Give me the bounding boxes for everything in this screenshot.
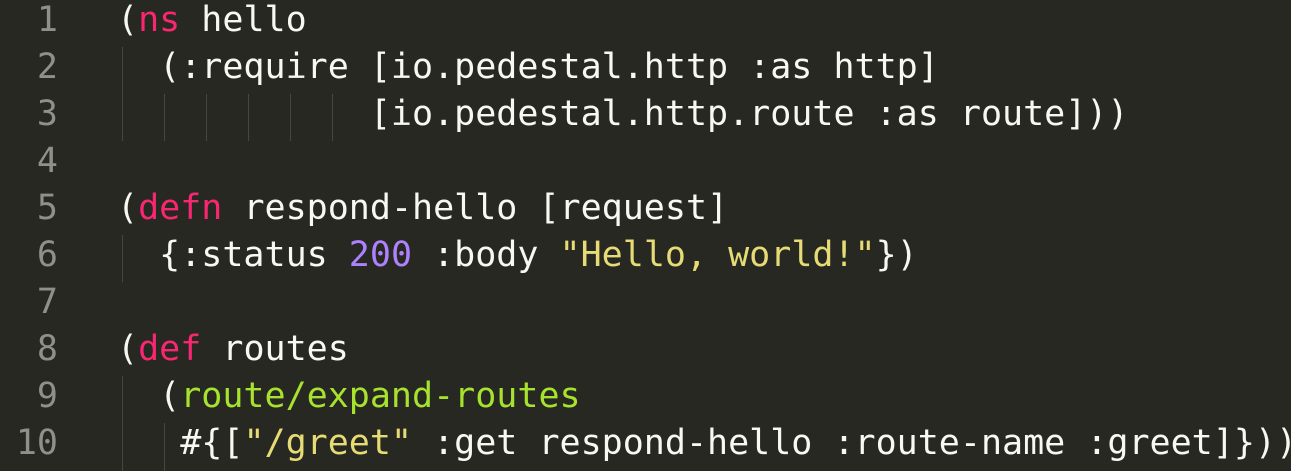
code-text: (defn respond-hello [request] bbox=[117, 185, 728, 232]
code-line[interactable]: 5 (defn respond-hello [request] bbox=[0, 185, 1291, 232]
code-token: }) bbox=[875, 235, 918, 275]
code-token: routes bbox=[201, 329, 349, 369]
line-number: 6 bbox=[36, 235, 58, 275]
code-text: (route/expand-routes bbox=[117, 373, 581, 420]
code-token: ns bbox=[138, 0, 181, 40]
code-text: #{["/greet" :get respond-hello :route-na… bbox=[117, 420, 1291, 467]
line-number: 1 bbox=[36, 0, 58, 40]
line-number: 5 bbox=[36, 188, 58, 228]
code-token: ( bbox=[117, 376, 181, 416]
code-line[interactable]: 9 (route/expand-routes bbox=[0, 373, 1291, 420]
code-token: ( bbox=[117, 0, 139, 40]
code-text: (ns hello bbox=[117, 0, 307, 44]
code-text: {:status 200 :body "Hello, world!"}) bbox=[117, 232, 918, 279]
code-token: (:require [io.pedestal.http :as http] bbox=[117, 47, 939, 87]
code-token: [io.pedestal.http.route :as route])) bbox=[117, 94, 1129, 134]
code-token: :body bbox=[412, 235, 560, 275]
code-text: (def routes bbox=[117, 326, 349, 373]
line-number: 4 bbox=[36, 141, 58, 181]
line-number: 7 bbox=[36, 282, 58, 322]
code-token: #{[ bbox=[117, 423, 244, 463]
code-token: {:status bbox=[117, 235, 349, 275]
code-line[interactable]: 1 (ns hello bbox=[0, 0, 1291, 44]
code-token: "Hello, world!" bbox=[559, 235, 876, 275]
code-token: def bbox=[138, 329, 202, 369]
code-token: ( bbox=[117, 188, 139, 228]
code-line[interactable]: 10 #{["/greet" :get respond-hello :route… bbox=[0, 420, 1291, 467]
line-number: 2 bbox=[36, 47, 58, 87]
code-token: respond-hello [request] bbox=[222, 188, 729, 228]
code-line[interactable]: 6 {:status 200 :body "Hello, world!"}) bbox=[0, 232, 1291, 279]
code-line[interactable]: 3 [io.pedestal.http.route :as route])) bbox=[0, 91, 1291, 138]
line-number: 10 bbox=[15, 423, 58, 463]
line-number: 8 bbox=[36, 329, 58, 369]
code-line[interactable]: 8 (def routes bbox=[0, 326, 1291, 373]
code-line[interactable]: 4 bbox=[0, 138, 1291, 185]
code-text: (:require [io.pedestal.http :as http] bbox=[117, 44, 939, 91]
code-editor[interactable]: 1 (ns hello 2 (:require [io.pedestal.http … bbox=[0, 0, 1291, 471]
code-token: defn bbox=[138, 188, 223, 228]
code-token: 200 bbox=[348, 235, 413, 275]
code-text: [io.pedestal.http.route :as route])) bbox=[117, 91, 1129, 138]
line-number: 9 bbox=[36, 376, 58, 416]
code-token: route/expand-routes bbox=[180, 376, 581, 416]
code-token: hello bbox=[180, 0, 307, 40]
code-token: :get respond-hello :route-name :greet]})… bbox=[412, 423, 1291, 463]
code-line[interactable]: 2 (:require [io.pedestal.http :as http] bbox=[0, 44, 1291, 91]
line-number: 3 bbox=[36, 94, 58, 134]
code-token: "/greet" bbox=[243, 423, 413, 463]
code-line[interactable]: 7 bbox=[0, 279, 1291, 326]
code-token: ( bbox=[117, 329, 139, 369]
